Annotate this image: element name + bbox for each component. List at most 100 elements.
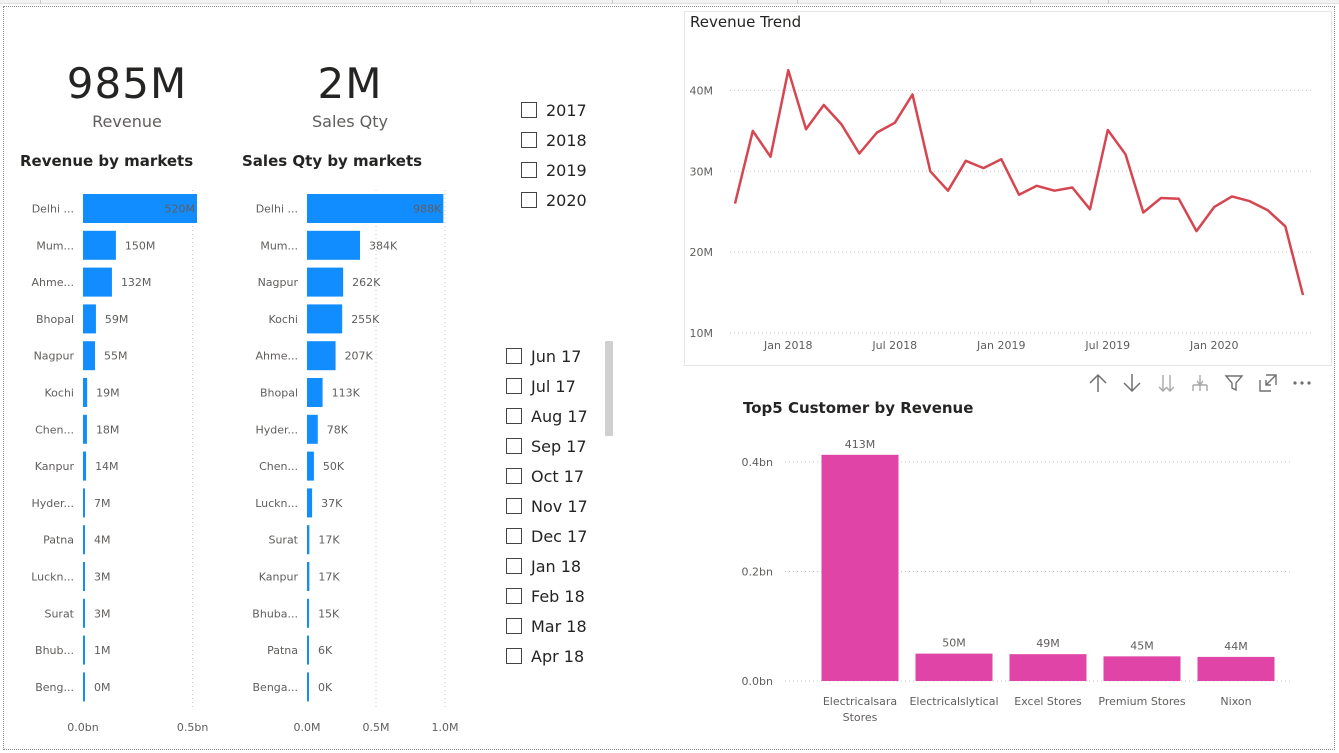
month-option[interactable]: Jun 17 [506,341,588,371]
category-label: Premium Stores [1098,695,1186,708]
bar [83,598,85,628]
category-label: Beng... [35,681,74,694]
checkbox[interactable] [506,648,522,664]
month-label: Feb 18 [531,586,585,606]
bar [1103,656,1181,681]
bar [83,672,85,702]
month-label: Aug 17 [531,406,588,426]
data-label: 988K [413,203,442,216]
year-option[interactable]: 2019 [521,155,587,185]
data-label: 262K [352,276,381,289]
top5-customer-chart[interactable]: 0.0bn 0.2bn 0.4bn 413M Electricalsara Stores 5… [700,430,1320,730]
month-option[interactable]: Nov 17 [506,491,588,521]
year-slicer[interactable]: 2017 2018 2019 2020 [521,95,587,215]
bar [307,488,313,518]
strip-tick [470,0,471,4]
focus-mode-icon[interactable] [1255,372,1281,394]
data-label: 413M [845,438,876,451]
category-label: Electricalsara [823,695,897,708]
category-label: Nagpur [258,276,299,289]
more-options-icon[interactable] [1289,372,1315,394]
category-label: Kochi [269,313,298,326]
strip-tick [1108,0,1109,4]
checkbox[interactable] [506,378,522,394]
checkbox[interactable] [506,618,522,634]
sales-qty-label: Sales Qty [311,112,388,131]
category-label: Hyder... [31,497,74,510]
data-label: 50K [323,460,345,473]
checkbox[interactable] [521,162,537,178]
double-arrow-down-icon[interactable] [1153,372,1179,394]
category-label: Bhuba... [252,607,298,620]
bar [821,454,899,681]
bar [83,635,85,665]
category-label: Kanpur [259,571,299,584]
year-option[interactable]: 2020 [521,185,587,215]
checkbox[interactable] [506,558,522,574]
bar [307,451,314,481]
top5-title: Top5 Customer by Revenue [743,399,974,417]
checkbox[interactable] [506,498,522,514]
data-label: 113K [332,387,361,400]
filter-icon[interactable] [1221,372,1247,394]
category-label: Excel Stores [1014,695,1082,708]
year-option[interactable]: 2018 [521,125,587,155]
month-label: Dec 17 [531,526,588,546]
revenue-by-markets-chart[interactable]: 0.0bn 0.5bn Delhi ... 520M Mum... 150M Ahme...… [10,190,238,745]
data-label: 3M [94,607,111,620]
month-slicer-scrollbar[interactable] [605,341,613,436]
x-tick-label: Jul 2019 [1084,339,1130,352]
visual-header-toolbar [1085,372,1315,394]
category-label: Benga... [253,681,299,694]
revenue-trend-chart[interactable]: 10M 20M 30M 40M Jan 2018 Jul 2018 Jan 2019 Jul … [685,40,1330,365]
checkbox[interactable] [506,588,522,604]
bar [307,341,336,371]
bar [307,672,309,702]
checkbox[interactable] [506,348,522,364]
category-label: Ahme... [32,276,74,289]
bar [307,598,310,628]
checkbox[interactable] [506,528,522,544]
month-option[interactable]: Jan 18 [506,551,588,581]
month-option[interactable]: Feb 18 [506,581,588,611]
month-option[interactable]: Sep 17 [506,431,588,461]
bar [307,378,323,407]
data-label: 78K [327,423,349,436]
revenue-card[interactable]: 985M Revenue [52,60,202,132]
checkbox[interactable] [506,408,522,424]
checkbox[interactable] [521,132,537,148]
checkbox[interactable] [521,102,537,118]
month-option[interactable]: Jul 17 [506,371,588,401]
year-label: 2020 [546,190,587,210]
month-option[interactable]: Dec 17 [506,521,588,551]
month-slicer[interactable]: Jun 17 Jul 17 Aug 17 Sep 17 Oct 17 Nov 1… [506,341,588,671]
arrow-down-icon[interactable] [1119,372,1145,394]
x-tick-label: Jan 2019 [976,339,1025,352]
sales-qty-card[interactable]: 2M Sales Qty [280,60,420,132]
month-option[interactable]: Oct 17 [506,461,588,491]
bar [307,414,318,444]
checkbox[interactable] [521,192,537,208]
strip-tick [1030,0,1031,4]
data-label: 6K [318,644,333,657]
month-option[interactable]: Aug 17 [506,401,588,431]
bar [1197,656,1275,681]
year-option[interactable]: 2017 [521,95,587,125]
data-label: 44M [1224,640,1248,653]
data-label: 0M [94,681,111,694]
checkbox[interactable] [506,468,522,484]
year-label: 2019 [546,160,587,180]
month-option[interactable]: Apr 18 [506,641,588,671]
category-label: Nixon [1220,695,1251,708]
month-option[interactable]: Mar 18 [506,611,588,641]
checkbox[interactable] [506,438,522,454]
bar [307,230,360,260]
arrow-up-icon[interactable] [1085,372,1111,394]
expand-hierarchy-icon[interactable] [1187,372,1213,394]
bar [83,230,116,260]
sales-qty-by-markets-chart[interactable]: 0.0M 0.5M 1.0M Delhi ... 988K Mum... 384K Nagpu… [236,190,476,745]
bar [915,653,993,681]
category-label: Kanpur [35,460,75,473]
category-label: Ahme... [256,350,298,363]
bar [83,304,96,334]
